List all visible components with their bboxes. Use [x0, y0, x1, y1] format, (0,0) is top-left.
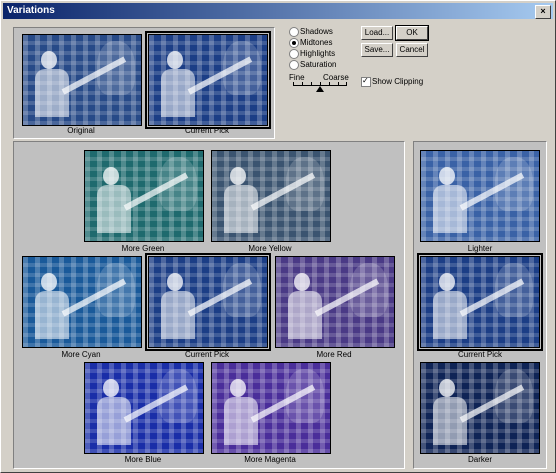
current-pick-brightness-label: Current Pick	[457, 350, 502, 359]
slider-tick	[329, 82, 330, 85]
slider-tick	[311, 82, 312, 85]
cancel-button[interactable]: Cancel	[396, 43, 428, 57]
variations-dialog: Variations × Original Current Pick Shado…	[0, 0, 556, 473]
load-button[interactable]: Load...	[361, 26, 393, 40]
image-figure	[439, 379, 455, 397]
more-green-label: More Green	[121, 244, 165, 253]
more-red-thumbnail[interactable]	[275, 256, 395, 348]
current-pick-center-label: Current Pick	[184, 350, 229, 359]
image-figure	[103, 379, 119, 397]
fine-label: Fine	[289, 73, 305, 82]
image-figure	[230, 379, 246, 397]
slider-tick	[293, 82, 294, 85]
image-figure	[439, 273, 455, 291]
more-green-thumbnail[interactable]	[84, 150, 204, 242]
darker-label: Darker	[467, 455, 492, 464]
color-variations-panel: More Green More Yellow More Cyan Current…	[13, 141, 405, 469]
current-pick-brightness-thumbnail[interactable]	[417, 253, 543, 351]
original-preview[interactable]	[22, 34, 142, 126]
radio-icon	[289, 27, 299, 37]
radio-icon	[289, 60, 299, 70]
more-red-label: More Red	[316, 350, 352, 359]
image-figure	[439, 167, 455, 185]
radio-label: Shadows	[300, 27, 333, 36]
image-figure	[103, 167, 119, 185]
show-clipping-label: Show Clipping	[372, 77, 424, 86]
slider-thumb[interactable]	[316, 86, 324, 92]
window-title: Variations	[7, 5, 55, 16]
more-magenta-thumbnail[interactable]	[211, 362, 331, 454]
image-figure	[41, 51, 57, 69]
current-pick-center-thumbnail[interactable]	[145, 253, 271, 351]
original-label: Original	[67, 126, 95, 135]
save-button[interactable]: Save...	[361, 43, 393, 57]
radio-icon	[289, 49, 299, 59]
title-bar: Variations ×	[3, 3, 553, 19]
slider-tick	[302, 82, 303, 85]
compare-panel: Original Current Pick	[13, 27, 275, 139]
coarse-label: Coarse	[323, 73, 349, 82]
image-figure	[167, 51, 183, 69]
lighter-label: Lighter	[467, 244, 493, 253]
image-figure	[294, 273, 310, 291]
brightness-panel: Lighter Current Pick Darker	[413, 141, 547, 469]
radio-icon	[289, 38, 299, 48]
slider-tick	[320, 82, 321, 85]
more-blue-label: More Blue	[124, 455, 162, 464]
image-figure	[41, 273, 57, 291]
image-figure	[230, 167, 246, 185]
more-blue-thumbnail[interactable]	[84, 362, 204, 454]
radio-label: Midtones	[300, 38, 333, 47]
show-clipping-checkbox[interactable]	[361, 76, 371, 87]
slider-tick	[346, 82, 347, 85]
radio-label: Saturation	[300, 60, 337, 69]
current-pick-label: Current Pick	[184, 126, 229, 135]
more-cyan-label: More Cyan	[61, 350, 101, 359]
close-icon[interactable]: ×	[535, 5, 551, 19]
current-pick-preview[interactable]	[145, 31, 271, 129]
image-figure	[167, 273, 183, 291]
radio-label: Highlights	[300, 49, 336, 58]
lighter-thumbnail[interactable]	[420, 150, 540, 242]
slider-tick	[338, 82, 339, 85]
more-cyan-thumbnail[interactable]	[22, 256, 142, 348]
more-yellow-thumbnail[interactable]	[211, 150, 331, 242]
more-magenta-label: More Magenta	[244, 455, 296, 464]
darker-thumbnail[interactable]	[420, 362, 540, 454]
ok-button[interactable]: OK	[395, 25, 429, 41]
more-yellow-label: More Yellow	[248, 244, 292, 253]
